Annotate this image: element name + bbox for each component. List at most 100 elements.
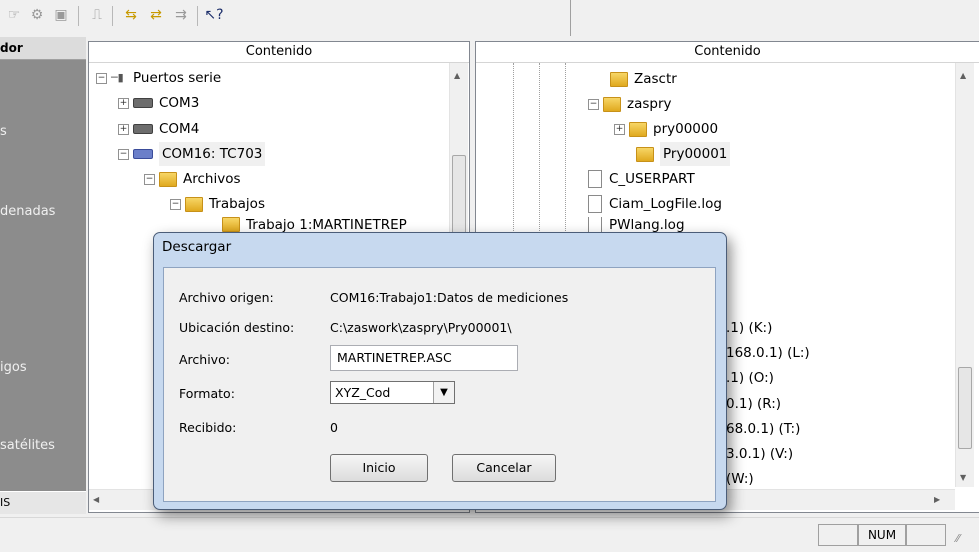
folder-icon bbox=[185, 196, 203, 212]
tree-item-label: Archivos bbox=[183, 171, 241, 187]
file-icon bbox=[588, 195, 602, 213]
tree-item-ciam-logfile[interactable]: Ciam_LogFile.log bbox=[588, 192, 722, 216]
tree-guide-line bbox=[513, 63, 515, 243]
tree-item-zaspry[interactable]: − zaspry bbox=[588, 92, 672, 116]
expand-icon[interactable]: + bbox=[118, 97, 129, 109]
drive-item[interactable]: 0.1) (R:) bbox=[726, 392, 781, 416]
tree-item-label: Ciam_LogFile.log bbox=[609, 196, 722, 212]
chevron-down-icon[interactable]: ▼ bbox=[433, 382, 454, 403]
tree-item-trabajos[interactable]: − Trabajos bbox=[170, 192, 265, 216]
tree-item-pry00000[interactable]: + pry00000 bbox=[614, 117, 718, 141]
tree-item-label: PWlang.log bbox=[609, 217, 685, 232]
format-label: Formato: bbox=[179, 386, 235, 401]
file-label: Archivo: bbox=[179, 352, 230, 367]
toolbar-transfer-icon-1[interactable]: ⇆ bbox=[122, 6, 140, 24]
tree-item-serial-ports[interactable]: − ─▮ Puertos serie bbox=[96, 66, 221, 90]
help-pointer-icon[interactable]: ↖? bbox=[204, 6, 223, 24]
destination-label: Ubicación destino: bbox=[179, 320, 295, 335]
dialog-body: Archivo origen: COM16:Trabajo1:Datos de … bbox=[163, 267, 716, 502]
cancel-button[interactable]: Cancelar bbox=[452, 454, 556, 482]
sidebar-item[interactable]: s bbox=[0, 124, 7, 139]
drive-item[interactable]: 3.0.1) (V:) bbox=[726, 442, 793, 466]
tree-item-pwlang[interactable]: PWlang.log bbox=[588, 217, 685, 232]
tree-item-c-userpart[interactable]: C_USERPART bbox=[588, 167, 695, 191]
expand-icon[interactable]: + bbox=[614, 123, 625, 135]
file-name-input[interactable]: MARTINETREP.ASC bbox=[330, 345, 518, 371]
toolbar-transfer-icon-3[interactable]: ⇉ bbox=[172, 6, 190, 24]
tree-item-label: COM3 bbox=[159, 95, 200, 111]
tree-item-label: C_USERPART bbox=[609, 171, 695, 187]
toolbar-tool-icon-4[interactable]: ⎍ bbox=[88, 6, 106, 24]
com-port-icon bbox=[133, 124, 153, 134]
tree-item-label: COM4 bbox=[159, 121, 200, 137]
expand-icon[interactable]: + bbox=[118, 123, 129, 135]
tree-item-label: Trabajos bbox=[209, 196, 265, 212]
toolbar-separator bbox=[197, 6, 198, 26]
start-button[interactable]: Inicio bbox=[330, 454, 428, 482]
scroll-up-arrow-icon[interactable]: ▲ bbox=[454, 71, 460, 80]
left-panel-header[interactable]: Contenido bbox=[89, 42, 469, 63]
drive-item[interactable]: .1) (O:) bbox=[726, 366, 774, 390]
sidebar bbox=[0, 37, 86, 499]
source-label: Archivo origen: bbox=[179, 290, 274, 305]
status-num-indicator: NUM bbox=[858, 524, 906, 546]
collapse-icon[interactable]: − bbox=[588, 98, 599, 110]
format-select-value: XYZ_Cod bbox=[335, 385, 391, 400]
sidebar-item[interactable]: denadas bbox=[0, 204, 55, 219]
toolbar-separator bbox=[78, 6, 79, 26]
folder-icon bbox=[629, 121, 647, 137]
scroll-up-arrow-icon[interactable]: ▲ bbox=[960, 71, 966, 80]
drive-item[interactable]: 68.0.1) (T:) bbox=[726, 417, 800, 441]
source-value: COM16:Trabajo1:Datos de mediciones bbox=[330, 290, 569, 305]
tree-item-com3[interactable]: + COM3 bbox=[118, 91, 199, 115]
tree-item-com4[interactable]: + COM4 bbox=[118, 117, 199, 141]
sidebar-bottom-item[interactable]: IS bbox=[0, 491, 86, 514]
toolbar-tool-icon-2[interactable]: ⚙ bbox=[28, 6, 46, 24]
toolbar-tool-icon-3[interactable]: ▣ bbox=[52, 6, 70, 24]
tree-item-com16[interactable]: − COM16: TC703 bbox=[118, 142, 266, 166]
com-port-icon bbox=[133, 98, 153, 108]
folder-icon bbox=[636, 146, 654, 162]
download-dialog: Descargar Archivo origen: COM16:Trabajo1… bbox=[153, 232, 727, 510]
tree-item-label: Zasctr bbox=[634, 71, 677, 87]
toolbar: ☞ ⚙ ▣ ⎍ ⇆ ⇄ ⇉ ↖? bbox=[0, 0, 979, 36]
drive-item[interactable]: .1) (K:) bbox=[726, 316, 772, 340]
sidebar-item[interactable]: satélites bbox=[0, 438, 55, 453]
tree-guide-line bbox=[539, 63, 541, 243]
tree-item-zasctr[interactable]: Zasctr bbox=[610, 67, 677, 91]
scroll-right-arrow-icon[interactable]: ▶ bbox=[934, 495, 940, 504]
tree-guide-line bbox=[565, 63, 567, 243]
scroll-left-arrow-icon[interactable]: ◀ bbox=[93, 495, 99, 504]
tree-item-label: Pry00001 bbox=[660, 142, 731, 166]
dialog-title: Descargar bbox=[162, 239, 232, 255]
folder-icon bbox=[603, 96, 621, 112]
resize-grip-icon[interactable]: ⁄⁄ bbox=[956, 532, 960, 545]
scroll-thumb[interactable] bbox=[958, 367, 972, 449]
file-icon bbox=[588, 170, 602, 188]
toolbar-transfer-icon-2[interactable]: ⇄ bbox=[147, 6, 165, 24]
destination-value: C:\zaswork\zaspry\Pry00001\ bbox=[330, 320, 512, 335]
drive-item[interactable]: (W:) bbox=[726, 467, 754, 491]
sidebar-item[interactable]: igos bbox=[0, 360, 27, 375]
drive-item[interactable]: 168.0.1) (L:) bbox=[726, 341, 810, 365]
received-value: 0 bbox=[330, 420, 338, 435]
tree-item-label: Puertos serie bbox=[133, 70, 222, 86]
folder-icon bbox=[610, 71, 628, 87]
tree-item-archivos[interactable]: − Archivos bbox=[144, 167, 241, 191]
format-select[interactable]: XYZ_Cod ▼ bbox=[330, 381, 455, 404]
right-vertical-scrollbar[interactable]: ▲ ▼ bbox=[955, 63, 974, 487]
collapse-icon[interactable]: − bbox=[96, 72, 107, 84]
tree-item-trabajo1[interactable]: Trabajo 1:MARTINETREP bbox=[222, 217, 407, 232]
collapse-icon[interactable]: − bbox=[118, 148, 129, 160]
com-port-icon bbox=[133, 149, 153, 159]
collapse-icon[interactable]: − bbox=[144, 173, 155, 185]
status-cell-empty bbox=[906, 524, 946, 546]
right-panel-header[interactable]: Contenido bbox=[476, 42, 979, 63]
scroll-down-arrow-icon[interactable]: ▼ bbox=[960, 473, 966, 482]
tree-item-pry00001[interactable]: Pry00001 bbox=[636, 142, 731, 166]
toolbar-tool-icon-1[interactable]: ☞ bbox=[5, 6, 23, 24]
tree-item-label: zaspry bbox=[627, 96, 672, 112]
collapse-icon[interactable]: − bbox=[170, 198, 181, 210]
folder-icon bbox=[222, 217, 240, 232]
file-icon bbox=[588, 217, 602, 232]
